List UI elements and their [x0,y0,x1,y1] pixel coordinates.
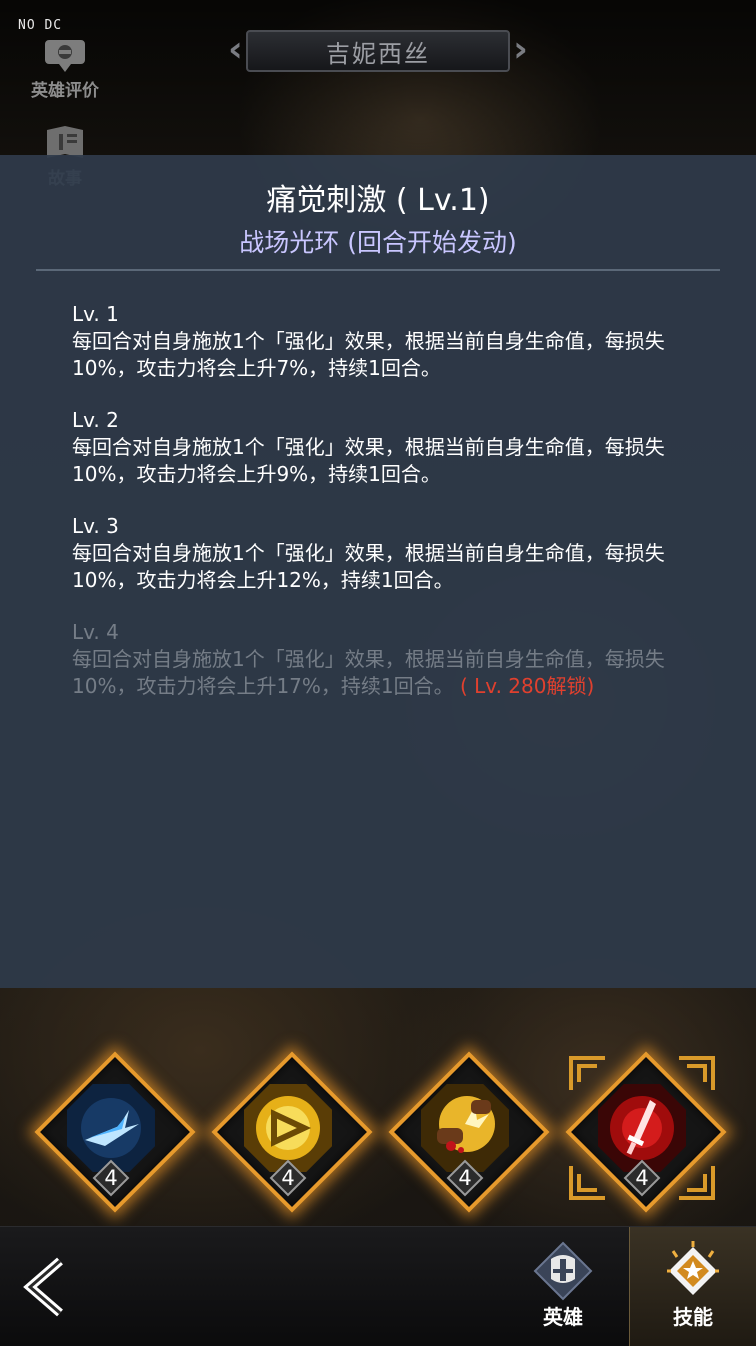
hero-name: 吉妮西丝 [326,39,430,68]
helmet-icon [533,1241,593,1303]
tab-hero[interactable]: 英雄 [500,1227,626,1346]
back-arrow-icon[interactable] [22,1257,72,1317]
level-description: 每回合对自身施放1个「强化」效果，根据当前自身生命值，每损失10%，攻击力将会上… [72,541,665,592]
skill-level-badge: 4 [92,1159,130,1197]
skill-slot-4-selected[interactable]: 4 [565,1051,727,1213]
skill-icon-row: 4 4 4 4 [0,1040,756,1213]
level-heading: Lv. 3 [72,514,119,538]
divider [36,269,720,271]
tab-skill-label: 技能 [673,1305,713,1329]
bottom-nav: 英雄 技能 [0,1226,756,1346]
top-bar [0,0,756,155]
tab-skill[interactable]: 技能 [629,1227,756,1346]
skill-level-item: Lv. 2 每回合对自身施放1个「强化」效果，根据当前自身生命值，每损失10%，… [72,407,682,488]
skill-level-badge: 4 [446,1159,484,1197]
skill-title: 痛觉刺激 ( Lv.1) [266,183,490,218]
level-heading: Lv. 1 [72,302,119,326]
skill-level-item: Lv. 3 每回合对自身施放1个「强化」效果，根据当前自身生命值，每损失10%，… [72,513,682,594]
debug-tag: NO DC [18,18,63,33]
chat-bubble-icon [43,36,87,74]
level-description: 每回合对自身施放1个「强化」效果，根据当前自身生命值，每损失10%，攻击力将会上… [72,329,665,380]
skill-badge-icon [663,1241,723,1303]
skill-level-list: Lv. 1 每回合对自身施放1个「强化」效果，根据当前自身生命值，每损失10%，… [72,301,682,725]
hero-review-label: 英雄评价 [31,81,99,101]
level-heading: Lv. 4 [72,620,119,644]
prev-hero-arrow-icon[interactable]: ‹ [228,32,246,70]
level-heading: Lv. 2 [72,408,119,432]
tab-hero-label: 英雄 [543,1305,583,1329]
skill-subtitle: 战场光环 (回合开始发动) [239,228,517,257]
skill-slot-2[interactable]: 4 [211,1051,373,1213]
skill-level-item-locked: Lv. 4 每回合对自身施放1个「强化」效果，根据当前自身生命值，每损失10%，… [72,619,682,700]
skill-level-badge: 4 [269,1159,307,1197]
unlock-requirement: ( Lv. 280解锁) [453,674,595,698]
skill-slot-3[interactable]: 4 [388,1051,550,1213]
level-description: 每回合对自身施放1个「强化」效果，根据当前自身生命值，每损失10%，攻击力将会上… [72,435,665,486]
next-hero-arrow-icon[interactable]: › [510,32,528,70]
level-description: 每回合对自身施放1个「强化」效果，根据当前自身生命值，每损失10%，攻击力将会上… [72,646,682,700]
hero-title-plate: ‹ › 吉妮西丝 [228,28,528,74]
hero-review-button[interactable]: 英雄评价 [26,36,104,101]
skill-level-item: Lv. 1 每回合对自身施放1个「强化」效果，根据当前自身生命值，每损失10%，… [72,301,682,382]
skill-detail-panel: 痛觉刺激 ( Lv.1) 战场光环 (回合开始发动) Lv. 1 每回合对自身施… [0,155,756,988]
skill-slot-1[interactable]: 4 [34,1051,196,1213]
skill-level-badge: 4 [623,1159,661,1197]
